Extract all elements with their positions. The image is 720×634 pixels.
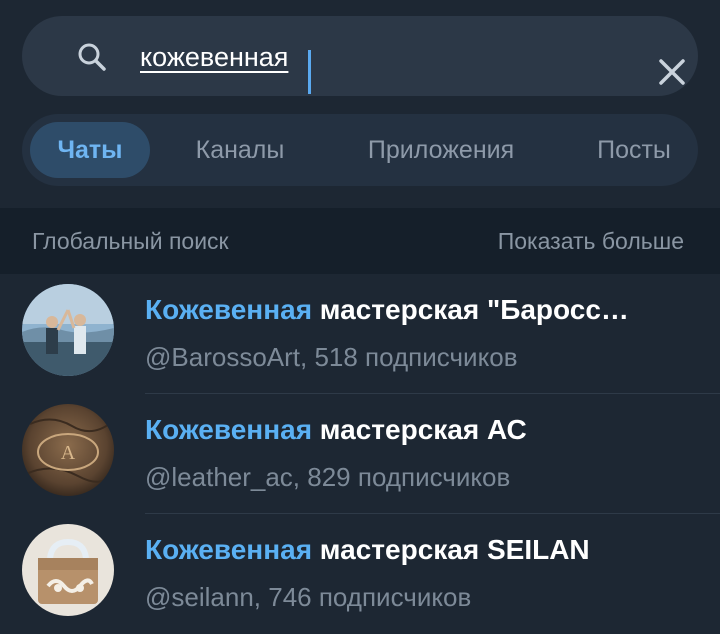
global-search-header: Глобальный поиск Показать больше	[0, 208, 720, 274]
tab-apps[interactable]: Приложения	[338, 122, 544, 178]
result-subtitle: @BarossoArt, 518 подписчиков	[145, 342, 518, 372]
list-item[interactable]: Кожевенная мастерская "Баросс… @BarossoA…	[0, 274, 720, 394]
result-title: Кожевенная мастерская АС	[145, 414, 527, 445]
search-tabs: Чаты Каналы Приложения Посты	[22, 114, 698, 186]
avatar	[22, 524, 114, 616]
tab-channels[interactable]: Каналы	[168, 122, 312, 178]
result-subtitle: @leather_ac, 829 подписчиков	[145, 462, 511, 492]
search-icon	[76, 41, 108, 73]
avatar	[22, 284, 114, 376]
tab-posts[interactable]: Посты	[570, 122, 698, 178]
search-bar[interactable]: кожевенная	[22, 16, 698, 96]
text-caret	[308, 50, 311, 94]
svg-text:A: A	[61, 442, 76, 464]
result-subtitle: @seilann, 746 подписчиков	[145, 582, 472, 612]
close-icon[interactable]	[658, 58, 686, 86]
result-title: Кожевенная мастерская "Баросс…	[145, 294, 629, 325]
show-more-link[interactable]: Показать больше	[498, 228, 684, 255]
avatar: A	[22, 404, 114, 496]
list-item[interactable]: Кожевенная мастерская SEILAN @seilann, 7…	[0, 514, 720, 634]
search-input[interactable]: кожевенная	[140, 40, 288, 74]
list-item[interactable]: A Кожевенная мастерская АС @leather_ac, …	[0, 394, 720, 514]
result-title: Кожевенная мастерская SEILAN	[145, 534, 590, 565]
tab-chats[interactable]: Чаты	[30, 122, 150, 178]
top-bar: кожевенная Чаты Каналы Приложения Посты	[0, 0, 720, 208]
section-title: Глобальный поиск	[32, 228, 229, 254]
